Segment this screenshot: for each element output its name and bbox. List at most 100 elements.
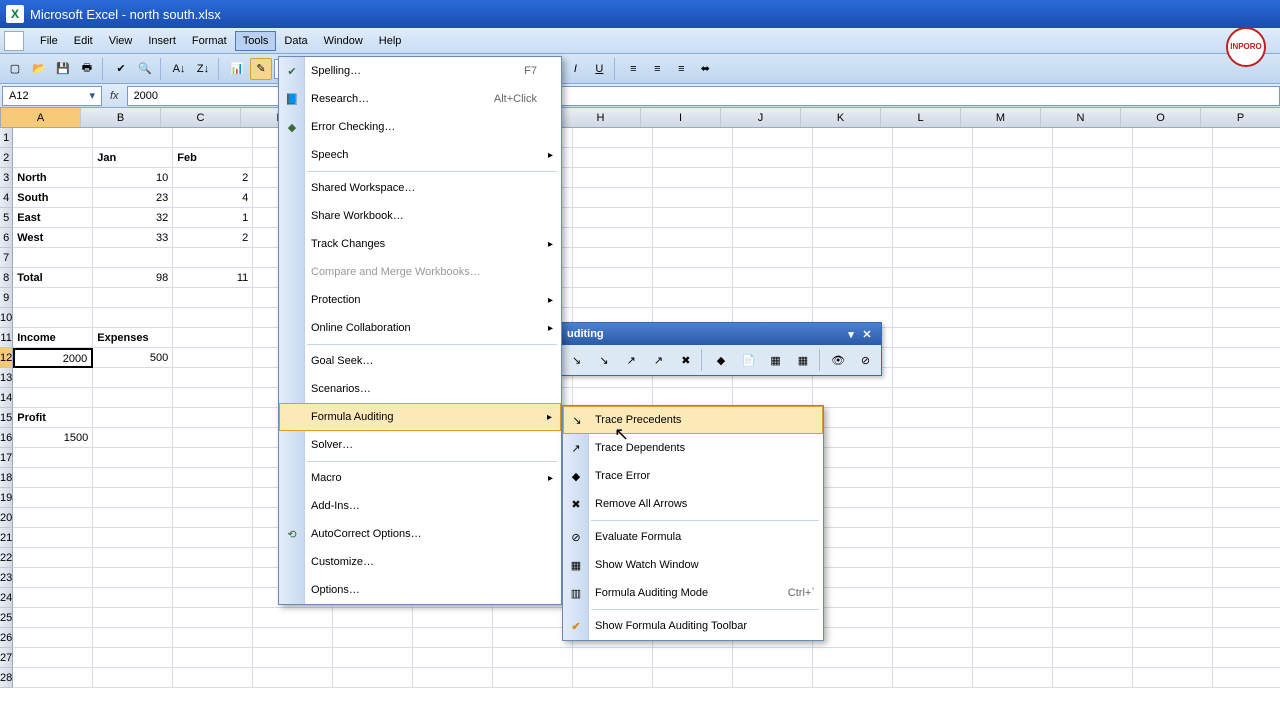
row-header-24[interactable]: 24	[0, 588, 13, 608]
cell-C9[interactable]	[173, 288, 253, 308]
submenu-trace-dependents[interactable]: ↗Trace Dependents	[563, 434, 823, 462]
cell-L28[interactable]	[893, 668, 973, 688]
cell-N16[interactable]	[1053, 428, 1133, 448]
row-header-27[interactable]: 27	[0, 648, 13, 668]
cell-N10[interactable]	[1053, 308, 1133, 328]
cell-L14[interactable]	[893, 388, 973, 408]
cell-P7[interactable]	[1213, 248, 1280, 268]
cell-K27[interactable]	[813, 648, 893, 668]
trace-error-icon[interactable]: ◆	[709, 348, 732, 372]
row-header-5[interactable]: 5	[0, 208, 13, 228]
row-header-11[interactable]: 11	[0, 328, 13, 348]
row-header-13[interactable]: 13	[0, 368, 13, 388]
cell-A18[interactable]	[13, 468, 93, 488]
cell-L13[interactable]	[893, 368, 973, 388]
cell-L23[interactable]	[893, 568, 973, 588]
cell-K19[interactable]	[813, 488, 893, 508]
cell-C16[interactable]	[173, 428, 253, 448]
menu-speech[interactable]: Speech▸	[279, 141, 561, 169]
cell-H2[interactable]	[573, 148, 653, 168]
col-header-O[interactable]: O	[1121, 108, 1201, 127]
col-header-I[interactable]: I	[641, 108, 721, 127]
cell-M13[interactable]	[973, 368, 1053, 388]
underline-icon[interactable]: U	[588, 58, 610, 80]
cell-A21[interactable]	[13, 528, 93, 548]
cell-L20[interactable]	[893, 508, 973, 528]
cell-N19[interactable]	[1053, 488, 1133, 508]
cell-J9[interactable]	[733, 288, 813, 308]
circle-invalid-icon[interactable]: ▦	[764, 348, 787, 372]
cell-C13[interactable]	[173, 368, 253, 388]
cell-N7[interactable]	[1053, 248, 1133, 268]
cell-M8[interactable]	[973, 268, 1053, 288]
new-icon[interactable]: ▢	[4, 58, 26, 80]
cell-A11[interactable]: Income	[13, 328, 93, 348]
cell-J7[interactable]	[733, 248, 813, 268]
cell-M23[interactable]	[973, 568, 1053, 588]
align-center-icon[interactable]: ≡	[646, 58, 668, 80]
cell-P28[interactable]	[1213, 668, 1280, 688]
cell-B3[interactable]: 10	[93, 168, 173, 188]
cell-C17[interactable]	[173, 448, 253, 468]
align-right-icon[interactable]: ≡	[670, 58, 692, 80]
cell-J6[interactable]	[733, 228, 813, 248]
cell-C21[interactable]	[173, 528, 253, 548]
cell-M18[interactable]	[973, 468, 1053, 488]
cell-O13[interactable]	[1133, 368, 1213, 388]
menu-goal-seek[interactable]: Goal Seek…	[279, 347, 561, 375]
cell-A22[interactable]	[13, 548, 93, 568]
cell-O23[interactable]	[1133, 568, 1213, 588]
cell-M5[interactable]	[973, 208, 1053, 228]
cell-M15[interactable]	[973, 408, 1053, 428]
cell-C15[interactable]	[173, 408, 253, 428]
cell-P10[interactable]	[1213, 308, 1280, 328]
cell-F28[interactable]	[413, 668, 493, 688]
remove-dependents-icon[interactable]: ↗	[647, 348, 670, 372]
cell-J5[interactable]	[733, 208, 813, 228]
col-header-M[interactable]: M	[961, 108, 1041, 127]
cell-H7[interactable]	[573, 248, 653, 268]
align-left-icon[interactable]: ≡	[622, 58, 644, 80]
cell-L5[interactable]	[893, 208, 973, 228]
cell-J28[interactable]	[733, 668, 813, 688]
cell-M10[interactable]	[973, 308, 1053, 328]
cell-D25[interactable]	[253, 608, 333, 628]
cell-D27[interactable]	[253, 648, 333, 668]
row-header-17[interactable]: 17	[0, 448, 13, 468]
row-header-3[interactable]: 3	[0, 168, 13, 188]
cell-O15[interactable]	[1133, 408, 1213, 428]
cell-I6[interactable]	[653, 228, 733, 248]
cell-O17[interactable]	[1133, 448, 1213, 468]
col-header-K[interactable]: K	[801, 108, 881, 127]
cell-P16[interactable]	[1213, 428, 1280, 448]
cell-L9[interactable]	[893, 288, 973, 308]
cell-K20[interactable]	[813, 508, 893, 528]
cell-I1[interactable]	[653, 128, 733, 148]
cell-I8[interactable]	[653, 268, 733, 288]
cell-O21[interactable]	[1133, 528, 1213, 548]
cell-N28[interactable]	[1053, 668, 1133, 688]
cell-I4[interactable]	[653, 188, 733, 208]
cell-C24[interactable]	[173, 588, 253, 608]
menu-data[interactable]: Data	[276, 31, 315, 51]
col-header-L[interactable]: L	[881, 108, 961, 127]
cell-C27[interactable]	[173, 648, 253, 668]
row-header-23[interactable]: 23	[0, 568, 13, 588]
cell-C1[interactable]	[173, 128, 253, 148]
cell-K6[interactable]	[813, 228, 893, 248]
toolbar-titlebar[interactable]: uditing ▾ ✕	[561, 323, 881, 345]
cell-O4[interactable]	[1133, 188, 1213, 208]
cell-L25[interactable]	[893, 608, 973, 628]
cell-K17[interactable]	[813, 448, 893, 468]
cell-B28[interactable]	[93, 668, 173, 688]
menu-protection[interactable]: Protection▸	[279, 286, 561, 314]
cell-P3[interactable]	[1213, 168, 1280, 188]
cell-J8[interactable]	[733, 268, 813, 288]
cell-B13[interactable]	[93, 368, 173, 388]
cell-O26[interactable]	[1133, 628, 1213, 648]
evaluate-formula-icon[interactable]: ⊘	[854, 348, 877, 372]
cell-H1[interactable]	[573, 128, 653, 148]
cell-A5[interactable]: East	[13, 208, 93, 228]
cell-K8[interactable]	[813, 268, 893, 288]
cell-O14[interactable]	[1133, 388, 1213, 408]
